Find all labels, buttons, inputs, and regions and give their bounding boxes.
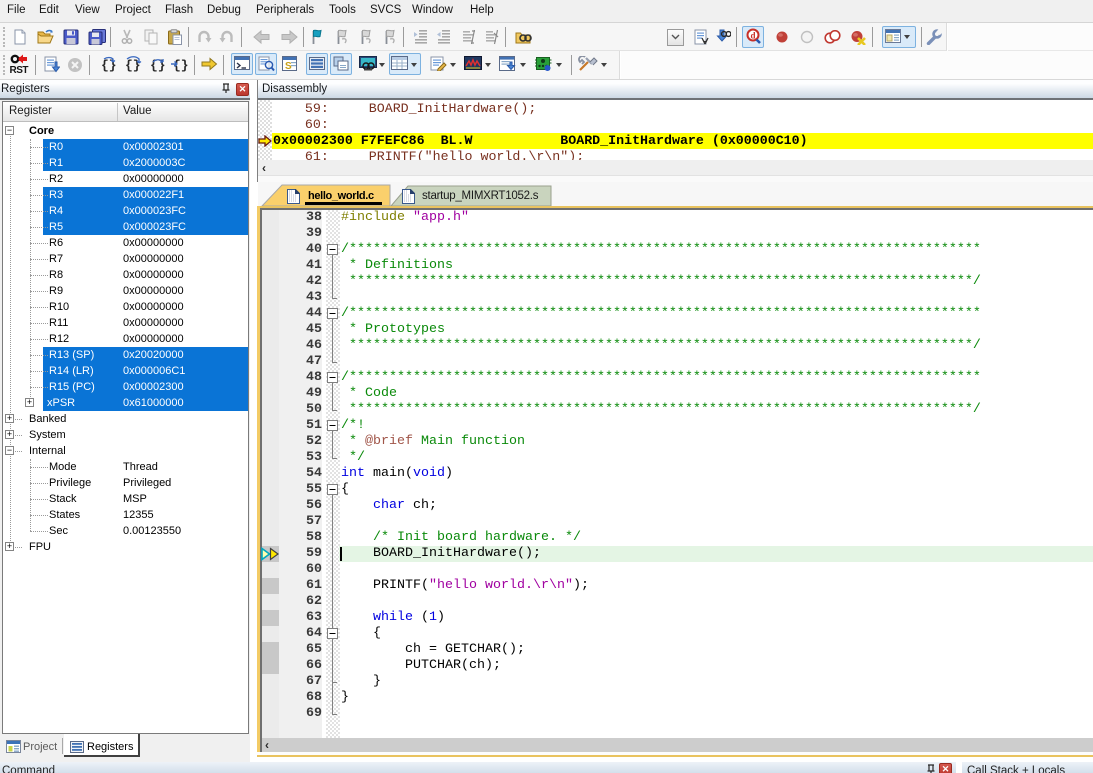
svg-text:{}: {} [125,58,141,73]
svg-text:d: d [750,31,755,41]
svg-text:S: S [285,61,292,72]
svg-text:RST: RST [10,65,29,76]
